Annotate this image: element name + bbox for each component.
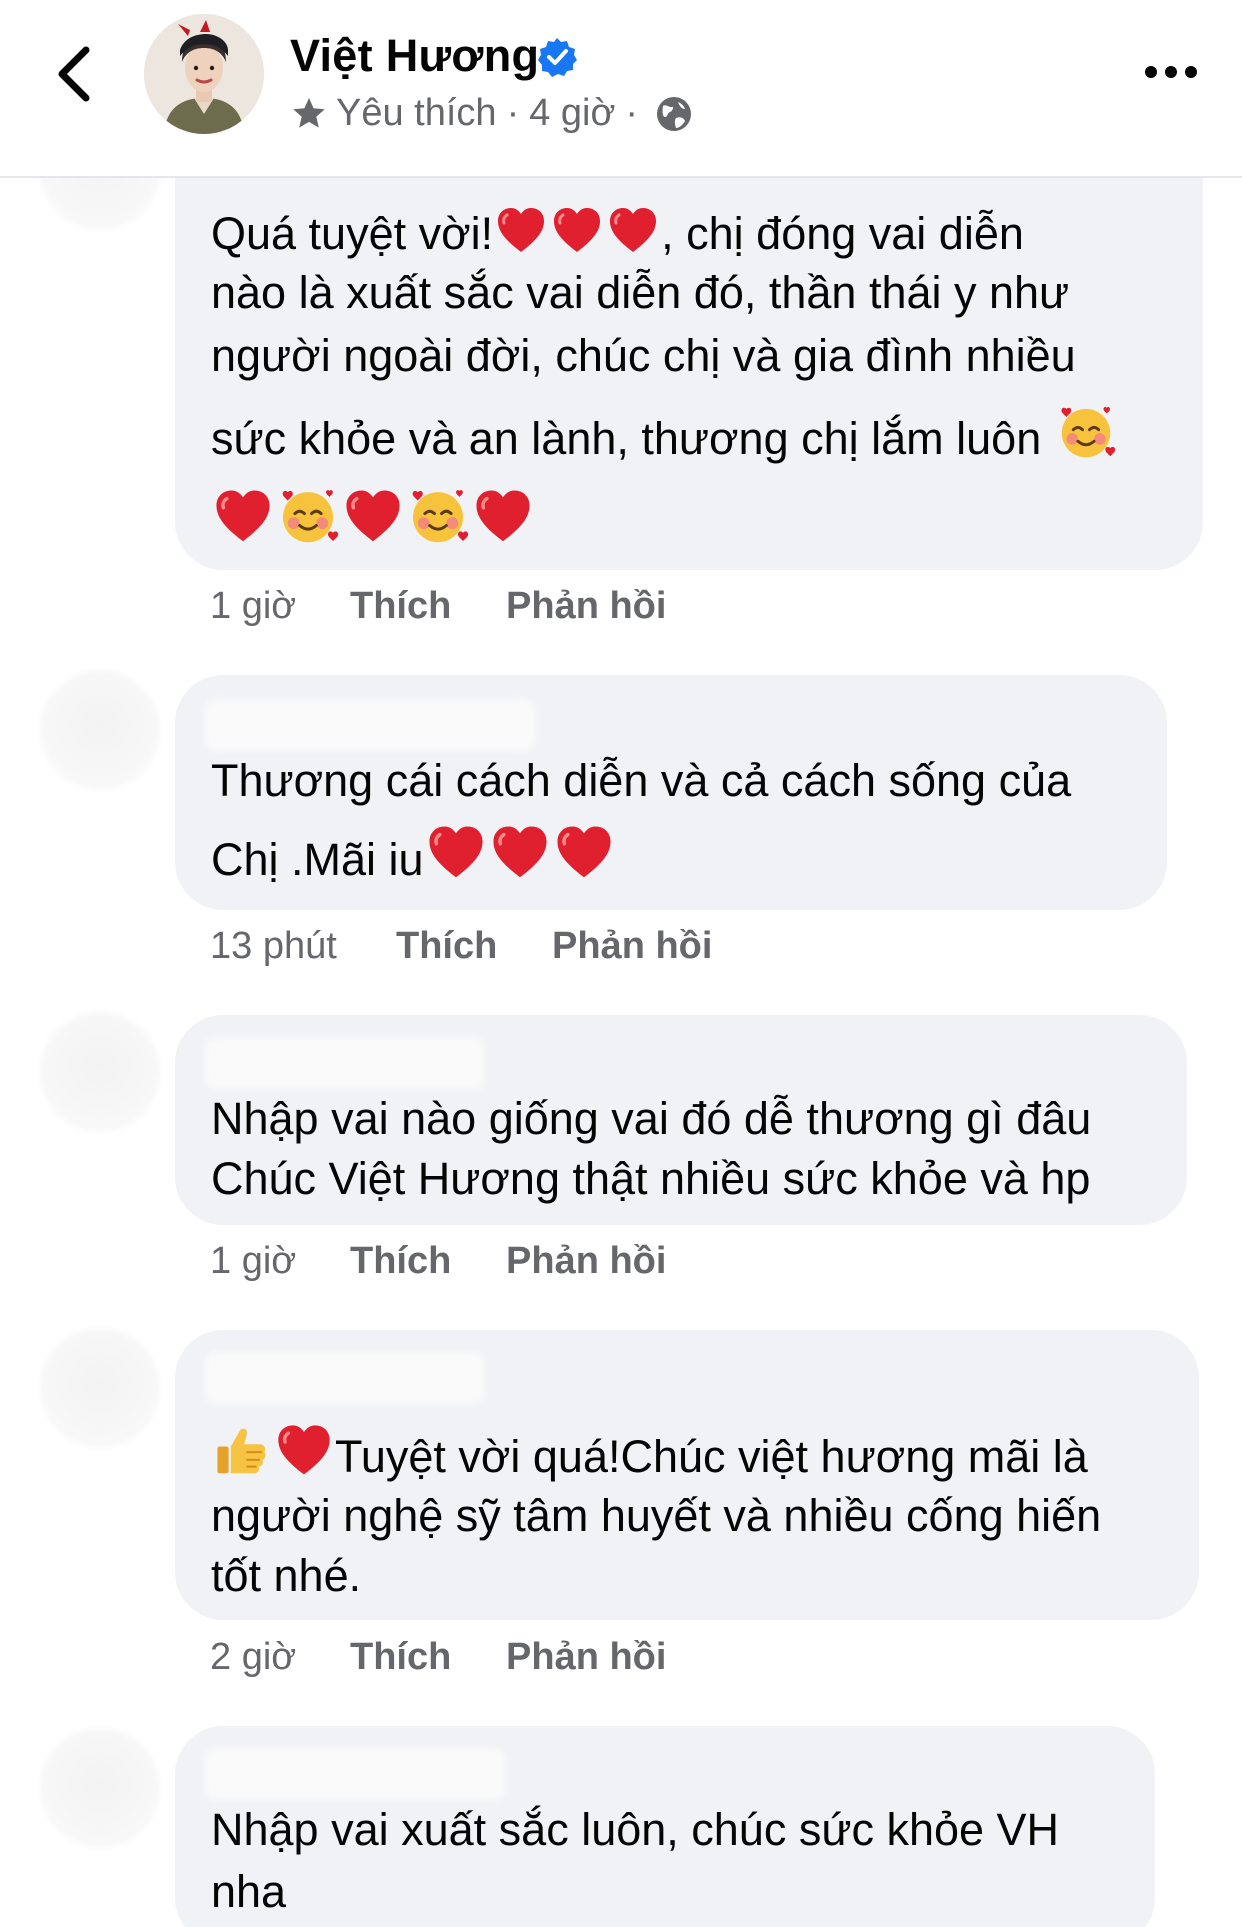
- like-button[interactable]: Thích: [396, 925, 552, 968]
- more-options-icon[interactable]: [1143, 60, 1199, 84]
- comment-text-line: tốt nhé.: [211, 1550, 362, 1601]
- post-meta: Yêu thích · 4 giờ ·: [290, 92, 694, 135]
- red-heart-icon: [495, 205, 547, 257]
- globe-icon: [657, 96, 692, 131]
- red-heart-icon: [554, 823, 614, 883]
- comment-time[interactable]: 2 giờ: [210, 1636, 350, 1679]
- smiling-face-with-hearts-icon: [407, 485, 469, 547]
- reply-button[interactable]: Phản hồi: [506, 1636, 666, 1679]
- like-button[interactable]: Thích: [350, 1240, 506, 1283]
- comment-bubble: Thương cái cách diễn và cả cách sống của…: [175, 675, 1167, 910]
- red-heart-icon: [426, 823, 486, 883]
- comment-text-line: Chị .Mãi iu: [211, 823, 616, 886]
- smiling-face-with-hearts-icon: [1056, 402, 1116, 462]
- comment-actions: 2 giờ Thích Phản hồi: [210, 1636, 666, 1679]
- back-chevron-icon[interactable]: [50, 44, 100, 104]
- red-heart-icon: [551, 205, 603, 257]
- thumbs-up-icon: [213, 1422, 271, 1480]
- comment-text-line: Nhập vai xuất sắc luôn, chúc sức khỏe VH: [211, 1804, 1060, 1855]
- smiling-face-with-hearts-icon: [277, 485, 339, 547]
- reply-button[interactable]: Phản hồi: [506, 585, 666, 628]
- author-avatar-image: [144, 14, 264, 134]
- comment-text-line: Tuyệt vời quá!Chúc việt hương mãi là: [211, 1422, 1088, 1483]
- red-heart-icon: [473, 487, 533, 547]
- red-heart-icon: [213, 487, 273, 547]
- post-header: Việt Hương Yêu thích · 4 giờ ·: [0, 0, 1242, 178]
- comment-time[interactable]: 1 giờ: [210, 1240, 350, 1283]
- meta-separator: ·: [625, 92, 639, 134]
- commenter-name-blurred[interactable]: [205, 699, 535, 751]
- author-name[interactable]: Việt Hương: [290, 30, 539, 82]
- commenter-avatar[interactable]: [40, 1328, 160, 1448]
- comment-text-line: nào là xuất sắc vai diễn đó, thần thái y…: [211, 267, 1070, 318]
- verified-badge-icon: [538, 38, 577, 77]
- commenter-name-blurred[interactable]: [205, 1748, 505, 1800]
- reply-button[interactable]: Phản hồi: [506, 1240, 666, 1283]
- comment-bubble: Quá tuyệt vời!, chị đóng vai diễn nào là…: [175, 140, 1203, 570]
- comment-text-line: người ngoài đời, chúc chị và gia đình nh…: [211, 330, 1076, 381]
- comment-actions: 1 giờ Thích Phản hồi: [210, 585, 666, 628]
- like-button[interactable]: Thích: [350, 1636, 506, 1679]
- favorites-label: Yêu thích: [336, 92, 497, 134]
- comment-text-line: Quá tuyệt vời!, chị đóng vai diễn: [211, 205, 1024, 260]
- comment-time[interactable]: 13 phút: [210, 925, 396, 968]
- comment-emoji-line: [211, 485, 535, 550]
- comment-text-line: Nhập vai nào giống vai đó dễ thương gì đ…: [211, 1093, 1092, 1144]
- red-heart-icon: [490, 823, 550, 883]
- commenter-avatar[interactable]: [40, 1012, 160, 1132]
- reply-button[interactable]: Phản hồi: [552, 925, 712, 968]
- commenter-avatar[interactable]: [40, 670, 160, 790]
- author-avatar[interactable]: [144, 14, 264, 134]
- commenter-name-blurred[interactable]: [205, 1352, 485, 1404]
- comment-text-line: nha: [211, 1866, 287, 1917]
- comment-text-line: Thương cái cách diễn và cả cách sống của: [211, 755, 1072, 806]
- comment-text-line: sức khỏe và an lành, thương chị lắm luôn: [211, 402, 1118, 465]
- like-button[interactable]: Thích: [350, 585, 506, 628]
- commenter-avatar[interactable]: [40, 1728, 160, 1848]
- comment-bubble: Tuyệt vời quá!Chúc việt hương mãi là ngư…: [175, 1330, 1199, 1620]
- comment-bubble: Nhập vai xuất sắc luôn, chúc sức khỏe VH…: [175, 1726, 1155, 1927]
- comment-actions: 13 phút Thích Phản hồi: [210, 925, 712, 968]
- post-time[interactable]: 4 giờ: [529, 92, 615, 135]
- comment-text-line: Chúc Việt Hương thật nhiều sức khỏe và h…: [211, 1153, 1091, 1204]
- commenter-name-blurred[interactable]: [205, 1037, 485, 1089]
- red-heart-icon: [607, 205, 659, 257]
- meta-separator: ·: [506, 92, 520, 134]
- star-icon: [293, 97, 325, 128]
- comment-bubble: Nhập vai nào giống vai đó dễ thương gì đ…: [175, 1015, 1187, 1225]
- comment-actions: 1 giờ Thích Phản hồi: [210, 1240, 666, 1283]
- comment-text-line: người nghệ sỹ tâm huyết và nhiều cống hi…: [211, 1490, 1102, 1541]
- red-heart-icon: [343, 487, 403, 547]
- comment-time[interactable]: 1 giờ: [210, 585, 350, 628]
- red-heart-icon: [275, 1422, 333, 1480]
